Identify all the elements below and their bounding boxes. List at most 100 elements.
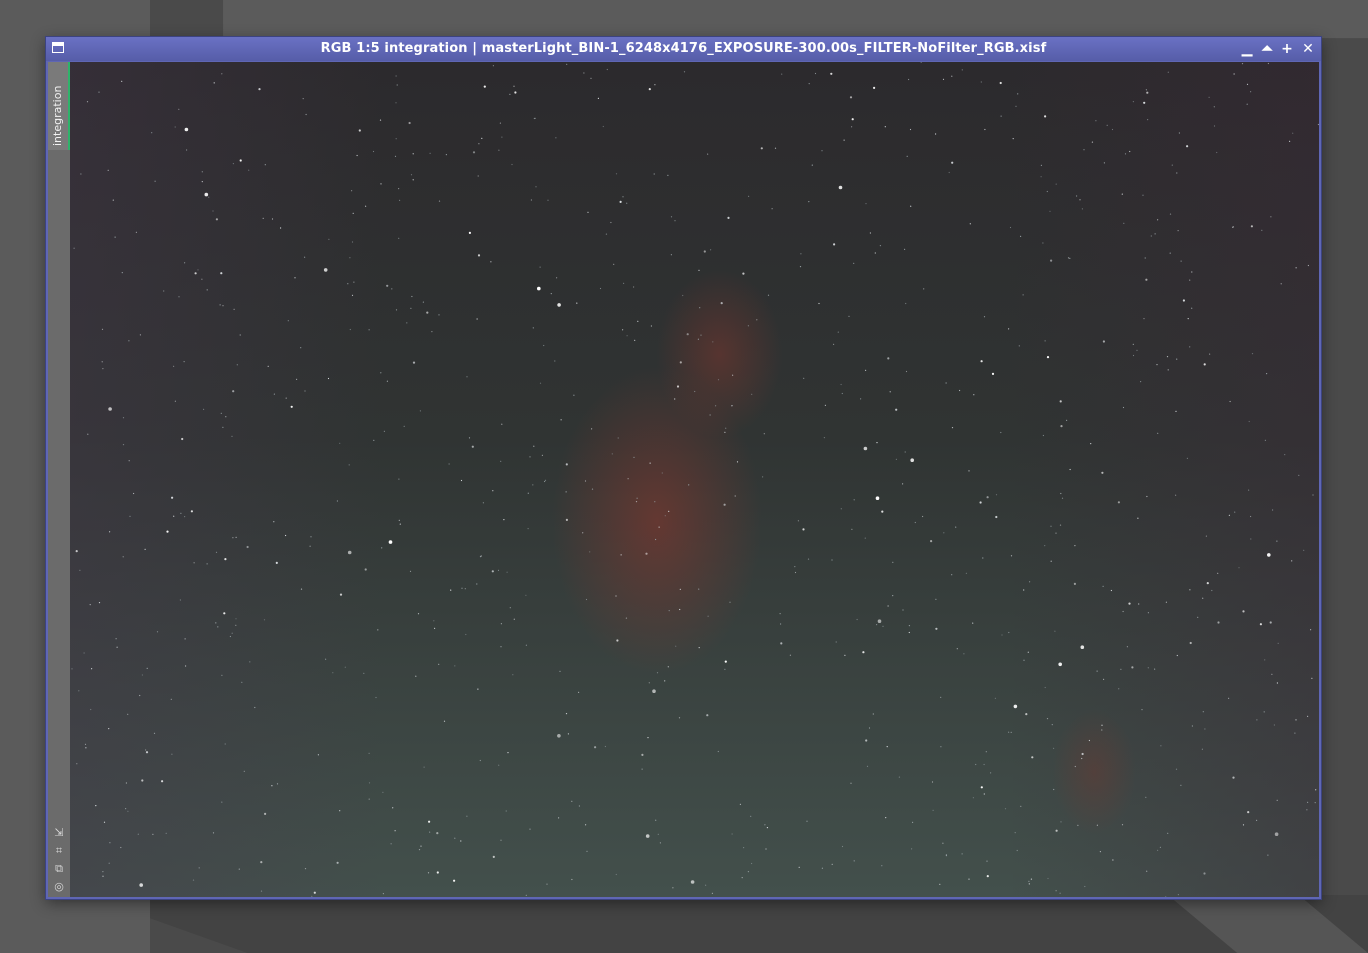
star bbox=[420, 845, 422, 847]
star bbox=[550, 293, 552, 295]
star bbox=[137, 833, 139, 835]
star bbox=[1143, 318, 1145, 320]
star bbox=[1095, 120, 1097, 122]
view-identifier-tab[interactable]: integration bbox=[48, 62, 70, 150]
star bbox=[122, 417, 125, 419]
star bbox=[201, 171, 203, 173]
star bbox=[661, 472, 663, 474]
star bbox=[339, 442, 341, 444]
star bbox=[325, 658, 327, 660]
star bbox=[1250, 225, 1253, 228]
star bbox=[622, 329, 624, 331]
star bbox=[204, 192, 209, 197]
star bbox=[951, 75, 953, 77]
star bbox=[980, 786, 983, 789]
clone-icon[interactable]: ⧉ bbox=[52, 862, 66, 876]
star bbox=[1147, 119, 1149, 121]
close-button[interactable]: ✕ bbox=[1300, 41, 1316, 57]
star bbox=[507, 752, 509, 754]
star bbox=[995, 515, 998, 519]
fit-view-icon[interactable]: ⌗ bbox=[52, 844, 66, 858]
star bbox=[1008, 631, 1010, 634]
zoom-fit-icon[interactable]: ⇲ bbox=[52, 826, 66, 840]
star bbox=[232, 390, 235, 393]
image-window[interactable]: RGB 1:5 integration | masterLight_BIN-1_… bbox=[46, 37, 1321, 899]
star bbox=[885, 817, 887, 819]
star bbox=[403, 425, 405, 427]
star bbox=[1055, 890, 1057, 892]
star bbox=[706, 714, 709, 717]
star bbox=[895, 458, 898, 460]
star bbox=[1180, 784, 1182, 786]
star bbox=[1046, 190, 1048, 193]
star bbox=[317, 754, 319, 756]
star bbox=[145, 751, 149, 754]
star bbox=[220, 272, 223, 275]
star bbox=[541, 454, 543, 456]
star bbox=[1122, 610, 1124, 613]
maximize-button[interactable]: + bbox=[1279, 41, 1295, 57]
star bbox=[935, 627, 938, 630]
star bbox=[571, 878, 573, 881]
star bbox=[1175, 410, 1177, 412]
star bbox=[184, 127, 189, 132]
star bbox=[1169, 213, 1172, 215]
star bbox=[1209, 353, 1211, 355]
star bbox=[1050, 259, 1053, 262]
star bbox=[620, 554, 622, 556]
star bbox=[668, 610, 670, 612]
star bbox=[221, 73, 223, 75]
star bbox=[682, 294, 684, 297]
star bbox=[1081, 208, 1083, 210]
star bbox=[310, 536, 312, 538]
star bbox=[1059, 524, 1062, 526]
star bbox=[500, 646, 502, 648]
star bbox=[1295, 267, 1297, 269]
star bbox=[1055, 532, 1057, 534]
star bbox=[102, 875, 104, 877]
star bbox=[1291, 560, 1293, 562]
star bbox=[1150, 235, 1152, 237]
target-icon[interactable]: ◎ bbox=[52, 880, 66, 894]
star bbox=[109, 842, 111, 844]
star bbox=[186, 149, 188, 151]
star bbox=[641, 768, 643, 770]
star bbox=[243, 770, 245, 772]
star bbox=[304, 868, 307, 870]
star bbox=[1274, 832, 1279, 836]
star bbox=[1277, 642, 1279, 645]
star bbox=[412, 179, 414, 181]
star bbox=[645, 552, 648, 555]
star bbox=[1132, 101, 1134, 103]
star bbox=[591, 488, 594, 490]
star bbox=[875, 496, 880, 501]
image-viewport[interactable] bbox=[70, 62, 1319, 897]
star bbox=[1204, 728, 1206, 730]
star bbox=[840, 508, 842, 510]
star bbox=[1311, 677, 1313, 679]
star bbox=[973, 394, 975, 396]
star bbox=[654, 84, 656, 86]
star bbox=[703, 250, 706, 253]
star bbox=[394, 830, 396, 832]
star bbox=[313, 891, 316, 894]
star bbox=[664, 515, 666, 517]
star bbox=[513, 618, 515, 620]
star bbox=[554, 360, 556, 362]
star bbox=[968, 470, 970, 472]
star bbox=[390, 843, 392, 845]
title-bar[interactable]: RGB 1:5 integration | masterLight_BIN-1_… bbox=[46, 37, 1321, 61]
star bbox=[679, 588, 681, 591]
star bbox=[1157, 432, 1159, 434]
star bbox=[1202, 711, 1204, 713]
minimize-button[interactable]: ▁ bbox=[1239, 41, 1255, 57]
star bbox=[1088, 739, 1090, 742]
star bbox=[1160, 745, 1162, 747]
shade-button[interactable]: ⏶ bbox=[1259, 41, 1275, 57]
star bbox=[705, 884, 707, 886]
star bbox=[336, 500, 338, 502]
star bbox=[431, 331, 433, 333]
star bbox=[219, 304, 221, 306]
star bbox=[428, 820, 431, 823]
star bbox=[529, 828, 531, 830]
